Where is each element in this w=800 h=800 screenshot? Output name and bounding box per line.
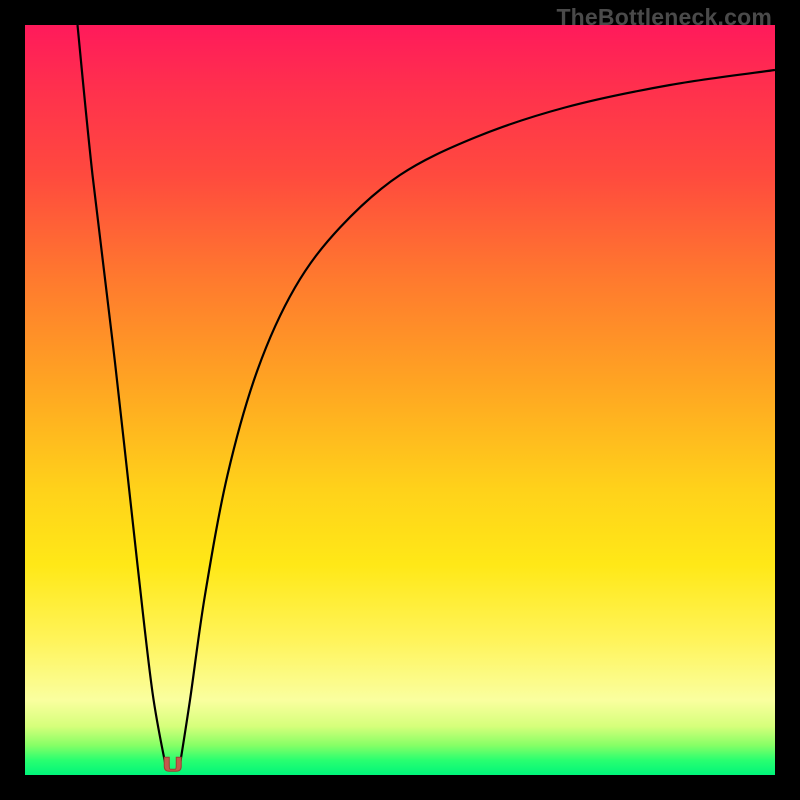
bottleneck-curve-right [180,70,776,768]
curve-svg [25,25,775,775]
chart-container: TheBottleneck.com [0,0,800,800]
optimal-point-marker [164,757,181,771]
plot-area [25,25,775,775]
bottleneck-curve-left [78,25,167,768]
